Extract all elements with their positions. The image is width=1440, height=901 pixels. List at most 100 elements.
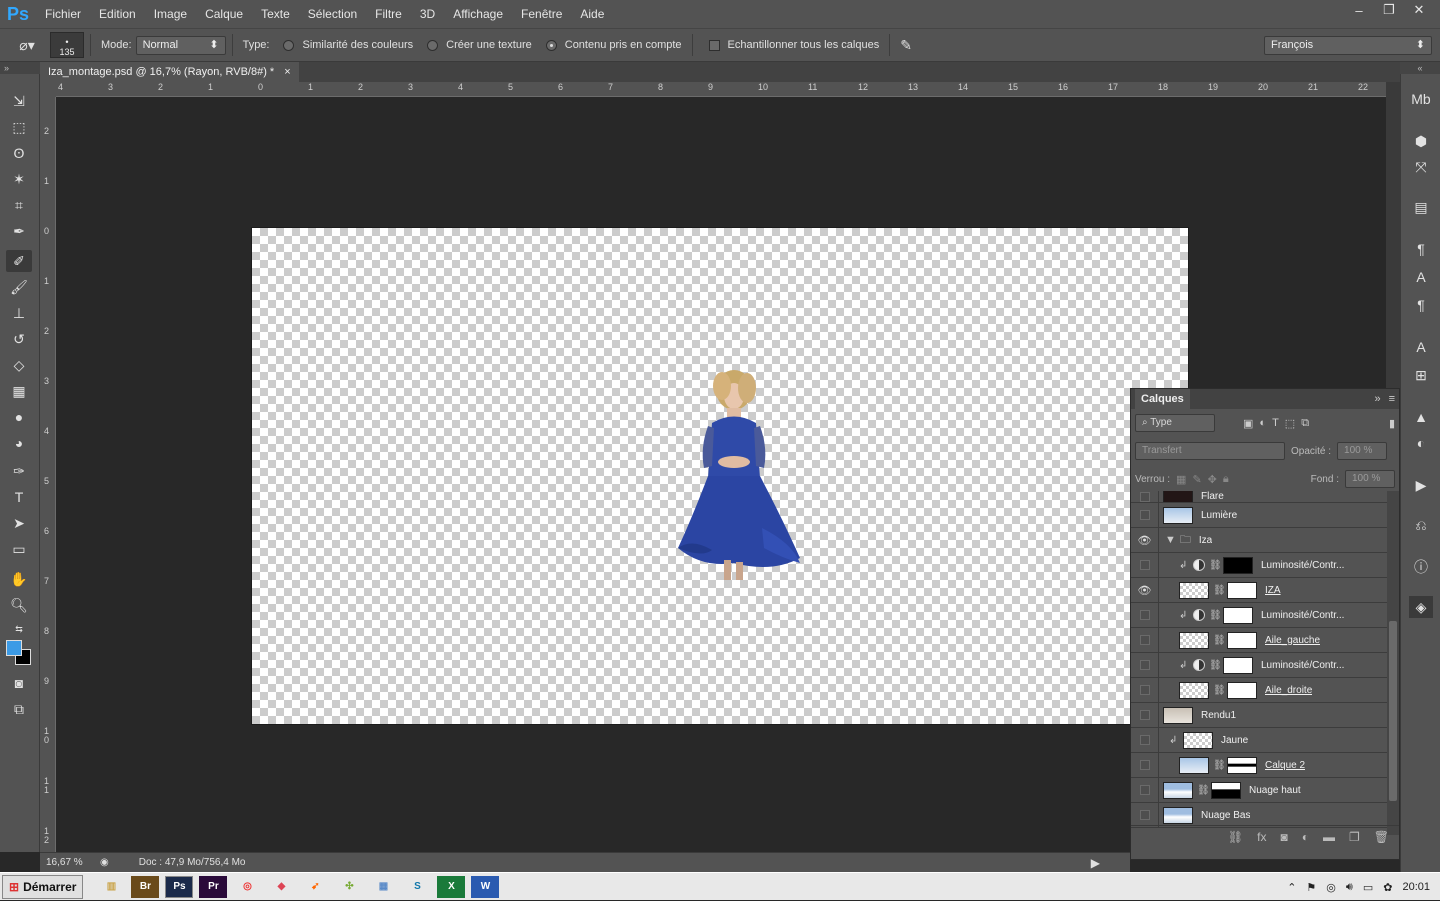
taskbar-app-app-icon[interactable]: ➹ [301, 876, 329, 898]
taskbar-app-skype-icon[interactable]: S [403, 876, 431, 898]
layer-thumbnail[interactable] [1179, 756, 1209, 774]
new-layer-icon[interactable]: ❐ [1349, 830, 1360, 844]
layer-name[interactable]: Aile_droite [1265, 685, 1312, 696]
layers-tab[interactable]: Calques [1135, 389, 1190, 409]
link-layers-icon[interactable]: ⛓ [1228, 830, 1243, 844]
mask-link-icon[interactable]: ⛓ [1209, 560, 1222, 571]
healing-brush-tool-icon[interactable]: ✐ [6, 250, 32, 272]
fx-icon[interactable]: fx [1257, 830, 1266, 844]
filter-type-icon[interactable]: T [1272, 417, 1279, 429]
mask-link-icon[interactable]: ⛓ [1213, 760, 1226, 771]
clone-stamp-tool-icon[interactable]: ⊥ [6, 302, 32, 324]
type-tool-icon[interactable]: T [6, 486, 32, 508]
layer-visibility-toggle[interactable]: 👁︎ [1131, 577, 1159, 603]
layer-mask-thumbnail[interactable] [1223, 606, 1253, 624]
document-tab[interactable]: Iza_montage.psd @ 16,7% (Rayon, RVB/8#) … [40, 62, 299, 82]
display-icon[interactable]: ▭ [1363, 881, 1373, 894]
taskbar-app-explorer-icon[interactable]: ▥ [97, 876, 125, 898]
magic-wand-tool-icon[interactable]: ✶ [6, 168, 32, 190]
layer-name[interactable]: Calque 2 [1265, 760, 1305, 771]
tool-preset-picker-icon[interactable]: ⌀▾ [10, 34, 44, 56]
panel-collapse-icon[interactable]: » [1374, 393, 1380, 405]
filter-shape-icon[interactable]: ⬚ [1285, 417, 1295, 430]
dodge-tool-icon[interactable]: ◕ [6, 432, 32, 454]
layer-thumbnail[interactable] [1179, 681, 1209, 699]
lock-transparent-icon[interactable]: ▦ [1176, 473, 1186, 486]
sample-all-layers-checkbox[interactable] [708, 39, 720, 51]
minibridge-icon[interactable]: Mb [1409, 88, 1433, 110]
layer-comps-icon[interactable]: ▤ [1409, 196, 1433, 218]
workspace-select[interactable]: François ⬍ [1264, 35, 1432, 55]
taskbar-app-br-icon[interactable]: Br [131, 875, 160, 898]
hand-tool-icon[interactable]: ✋ [6, 568, 32, 590]
layer-visibility-toggle[interactable] [1131, 602, 1159, 628]
zoom-tool-icon[interactable]: 🔍︎ [6, 594, 32, 616]
layer-name[interactable]: Iza [1199, 535, 1212, 546]
dock-collapse-button[interactable]: « [1400, 62, 1440, 74]
layer-row[interactable]: Lumière [1131, 502, 1387, 528]
close-tab-icon[interactable]: × [284, 62, 290, 82]
mask-link-icon[interactable]: ⛓ [1209, 610, 1222, 621]
new-adjustment-icon[interactable]: ◐ [1302, 830, 1309, 844]
histogram-icon[interactable]: ▲ [1409, 406, 1433, 428]
status-menu-arrow-icon[interactable]: ▶ [1091, 856, 1100, 870]
layer-thumbnail[interactable] [1163, 491, 1193, 502]
layer-row[interactable]: ↲ ⛓ Luminosité/Contr... [1131, 602, 1387, 628]
actions-icon[interactable]: ▶ [1409, 474, 1433, 496]
layer-thumbnail[interactable] [1163, 806, 1193, 824]
toolbar-collapse-button[interactable]: » [0, 62, 40, 74]
taskbar-app-chrome-icon[interactable]: ◎ [233, 876, 261, 898]
layers-scroll-thumb[interactable] [1389, 621, 1397, 801]
navigator-icon[interactable]: ◐ [1409, 432, 1433, 454]
foreground-color-swatch[interactable] [6, 640, 22, 656]
layer-row[interactable]: ↲ Jaune [1131, 727, 1387, 753]
mask-link-icon[interactable]: ⛓ [1213, 585, 1226, 596]
layer-group-row[interactable]: 👁︎ ▼ 🗀︎ Iza [1131, 527, 1387, 553]
screen-mode-icon[interactable]: ⧉ [6, 698, 32, 720]
layer-visibility-toggle[interactable] [1131, 627, 1159, 653]
layer-name[interactable]: Flare [1201, 491, 1224, 502]
layer-visibility-toggle[interactable] [1131, 502, 1159, 528]
layer-visibility-toggle[interactable] [1131, 652, 1159, 678]
eyedropper-tool-icon[interactable]: ✒ [6, 220, 32, 242]
taskbar-app-calc-icon[interactable]: ▦ [369, 876, 397, 898]
mode-select[interactable]: Normal ⬍ [135, 35, 226, 55]
paragraph-icon[interactable]: ¶ [1409, 294, 1433, 316]
layer-thumbnail[interactable] [1179, 631, 1209, 649]
path-selection-tool-icon[interactable]: ➤ [6, 512, 32, 534]
layer-visibility-toggle[interactable] [1131, 552, 1159, 578]
layer-row[interactable]: ⛓ Calque 2 [1131, 752, 1387, 778]
layer-visibility-toggle[interactable]: 👁︎ [1131, 527, 1159, 553]
info-icon[interactable]: ⓘ [1409, 556, 1433, 578]
layer-row[interactable]: ⛓ Nuage haut [1131, 777, 1387, 803]
volume-icon[interactable]: 🔊︎ [1346, 881, 1353, 894]
mask-link-icon[interactable]: ⛓ [1213, 685, 1226, 696]
radio-texture[interactable] [427, 39, 439, 51]
menu-fenetre[interactable]: Fenêtre [512, 0, 571, 28]
layer-thumbnail[interactable] [1183, 731, 1213, 749]
layer-name[interactable]: Nuage Bas [1201, 810, 1250, 821]
menu-filtre[interactable]: Filtre [366, 0, 411, 28]
layer-mask-thumbnail[interactable] [1227, 756, 1257, 774]
taskbar-app-app-icon[interactable]: ◆ [267, 876, 295, 898]
layer-name[interactable]: Luminosité/Contr... [1261, 660, 1344, 671]
rectangle-tool-icon[interactable]: ▭ [6, 538, 32, 560]
mask-link-icon[interactable]: ⛓ [1213, 635, 1226, 646]
network-icon[interactable]: ◎ [1326, 881, 1336, 894]
layer-visibility-toggle[interactable] [1131, 677, 1159, 703]
layer-row[interactable]: Flare [1131, 491, 1387, 503]
quick-mask-icon[interactable]: ◙ [6, 672, 32, 694]
lasso-tool-icon[interactable]: ʘ [6, 142, 32, 164]
blur-tool-icon[interactable]: ● [6, 406, 32, 428]
layer-row[interactable]: 👁︎ ⛓ IZA [1131, 577, 1387, 603]
layer-thumbnail[interactable] [1179, 581, 1209, 599]
lock-pixels-icon[interactable]: ✎ [1192, 473, 1201, 486]
menu-image[interactable]: Image [145, 0, 196, 28]
layer-name[interactable]: Lumière [1201, 510, 1237, 521]
minimize-button[interactable]: – [1344, 0, 1374, 20]
swap-colors-icon[interactable]: ⇆ [6, 618, 32, 640]
layer-mask-thumbnail[interactable] [1227, 681, 1257, 699]
layer-row[interactable]: ↲ ⛓ Luminosité/Contr... [1131, 552, 1387, 578]
filter-smart-object-icon[interactable]: ⧉ [1301, 417, 1309, 430]
add-mask-icon[interactable]: ◙ [1281, 830, 1288, 844]
